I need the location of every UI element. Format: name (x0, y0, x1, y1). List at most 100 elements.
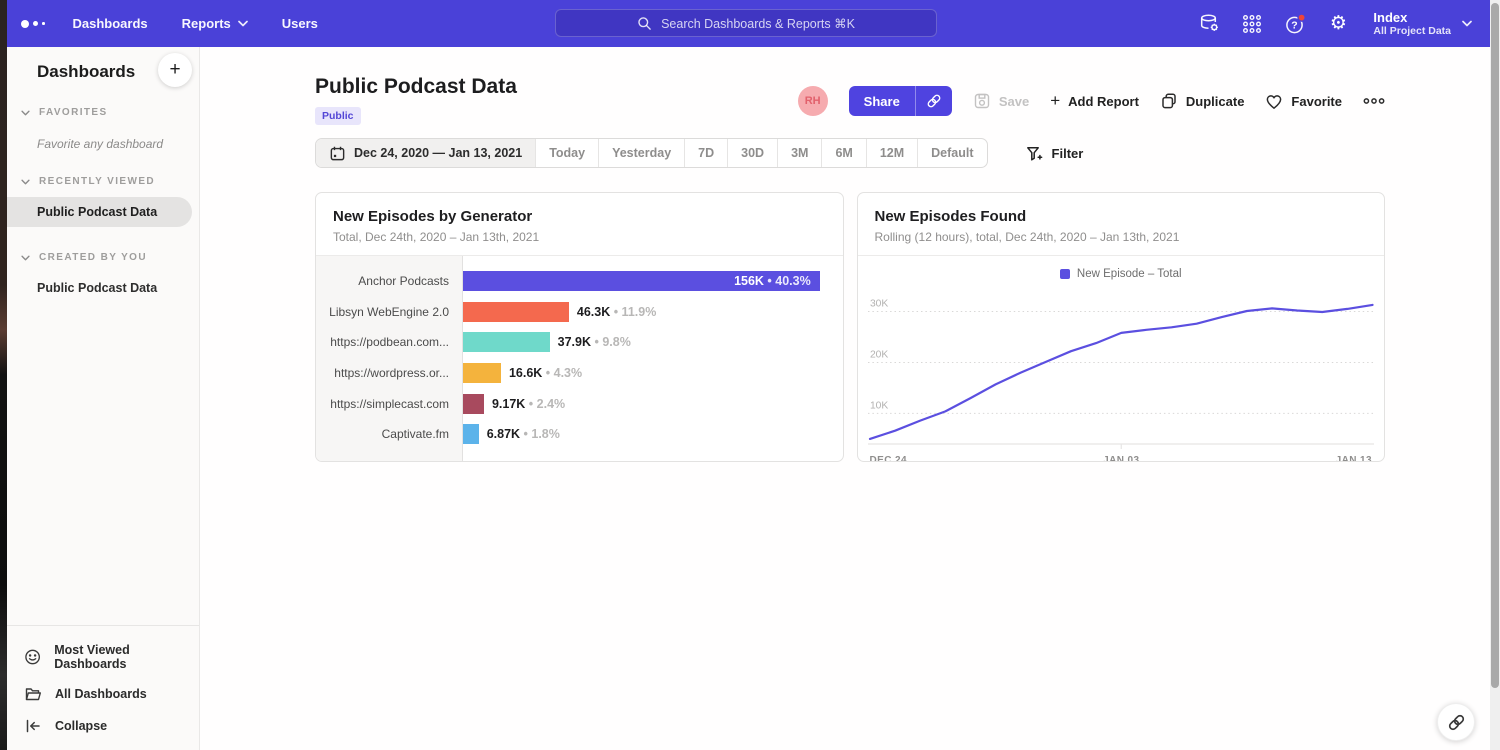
smiley-icon (24, 648, 41, 666)
add-report-button[interactable]: + Add Report (1050, 94, 1139, 109)
svg-text:30K: 30K (869, 298, 887, 309)
chevron-down-icon (21, 179, 30, 185)
sidebar-item-public-podcast-data[interactable]: Public Podcast Data (7, 197, 192, 227)
brand-logo-icon[interactable] (21, 20, 45, 28)
date-preset-yesterday[interactable]: Yesterday (598, 139, 684, 167)
page-scrollbar[interactable] (1490, 0, 1500, 750)
data-management-button[interactable] (1197, 12, 1221, 36)
bar-segment[interactable]: 156K • 40.3% (463, 271, 820, 291)
footer-item-label: All Dashboards (55, 687, 147, 701)
date-preset-3m[interactable]: 3M (777, 139, 821, 167)
bar-category-label: https://wordpress.or... (316, 358, 462, 389)
nav-item-label: Dashboards (73, 16, 148, 31)
favorite-button[interactable]: Favorite (1265, 93, 1342, 110)
sidebar-section-created-by-you[interactable]: CREATED BY YOU (7, 252, 199, 263)
svg-text:?: ? (1292, 19, 1298, 31)
date-preset-12m[interactable]: 12M (866, 139, 917, 167)
bar-segment[interactable] (463, 302, 569, 322)
header-actions: RH Share Save + Add Report Duplicate (798, 86, 1385, 116)
duplicate-icon (1160, 92, 1178, 110)
date-preset-30d[interactable]: 30D (727, 139, 777, 167)
copy-link-button[interactable] (916, 86, 952, 116)
duplicate-label: Duplicate (1186, 94, 1245, 109)
date-preset-today[interactable]: Today (535, 139, 598, 167)
date-preset-default[interactable]: Default (917, 139, 986, 167)
nav-item-users[interactable]: Users (282, 16, 318, 31)
bar-chart-labels: Anchor PodcastsLibsyn WebEngine 2.0https… (316, 256, 463, 462)
bar-value-label: 156K • 40.3% (734, 274, 811, 288)
share-button[interactable]: Share (849, 86, 952, 116)
line-chart: New Episode – Total 10K20K30K DEC 24 JAN… (858, 256, 1385, 462)
card-new-episodes-by-generator: New Episodes by Generator Total, Dec 24t… (315, 192, 844, 462)
add-report-label: Add Report (1068, 94, 1139, 109)
section-label: CREATED BY YOU (39, 252, 147, 263)
nav-item-label: Users (282, 16, 318, 31)
filter-funnel-icon (1025, 145, 1043, 162)
date-preset-7d[interactable]: 7D (684, 139, 727, 167)
bar-row: 46.3K • 11.9% (463, 297, 843, 328)
section-label: RECENTLY VIEWED (39, 176, 155, 187)
scrollbar-thumb[interactable] (1491, 3, 1499, 688)
more-options-button[interactable] (1363, 96, 1385, 106)
project-subtitle: All Project Data (1373, 25, 1451, 38)
sidebar-item-label: Public Podcast Data (37, 281, 157, 295)
bar-value-label: 37.9K • 9.8% (558, 335, 631, 349)
bar-category-label: Anchor Podcasts (316, 266, 462, 297)
floating-copy-link-button[interactable] (1437, 703, 1475, 741)
sidebar: Dashboards + FAVORITES Favorite any dash… (7, 47, 200, 750)
bar-segment[interactable] (463, 424, 479, 444)
favorite-label: Favorite (1291, 94, 1342, 109)
apps-menu-button[interactable] (1240, 12, 1264, 36)
search-input[interactable]: Search Dashboards & Reports ⌘K (555, 9, 937, 37)
nav-item-label: Reports (182, 16, 231, 31)
bar-value-label: 9.17K • 2.4% (492, 397, 565, 411)
save-button[interactable]: Save (973, 92, 1029, 110)
most-viewed-dashboards-button[interactable]: Most Viewed Dashboards (7, 636, 199, 678)
x-tick: DEC 24 (870, 455, 907, 462)
bar-segment[interactable] (463, 394, 484, 414)
plus-icon: + (1050, 94, 1060, 108)
heart-icon (1265, 93, 1283, 110)
sidebar-item-public-podcast-data-created[interactable]: Public Podcast Data (7, 273, 199, 303)
section-label: FAVORITES (39, 107, 108, 118)
bar-value-label: 16.6K • 4.3% (509, 366, 582, 380)
all-dashboards-button[interactable]: All Dashboards (7, 678, 199, 710)
sidebar-section-favorites[interactable]: FAVORITES (7, 107, 199, 118)
bar-chart: Anchor PodcastsLibsyn WebEngine 2.0https… (316, 256, 843, 462)
bar-segment[interactable] (463, 332, 550, 352)
help-button[interactable]: ? (1283, 12, 1307, 36)
link-chain-icon (926, 93, 942, 109)
plus-icon: + (169, 59, 180, 81)
date-preset-6m[interactable]: 6M (821, 139, 865, 167)
bar-value-label: 46.3K • 11.9% (577, 305, 656, 319)
x-tick: JAN 03 (1103, 455, 1139, 462)
search-placeholder: Search Dashboards & Reports ⌘K (661, 16, 855, 31)
x-axis-labels: DEC 24 JAN 03 JAN 13 (868, 452, 1375, 462)
sidebar-section-recently-viewed[interactable]: RECENTLY VIEWED (7, 176, 199, 187)
filter-button[interactable]: Filter (1025, 145, 1084, 162)
date-range-picker[interactable]: Dec 24, 2020 — Jan 13, 2021 (316, 139, 535, 167)
duplicate-button[interactable]: Duplicate (1160, 92, 1245, 110)
nav-item-reports[interactable]: Reports (182, 16, 248, 31)
avatar[interactable]: RH (798, 86, 828, 116)
project-selector[interactable]: Index All Project Data (1373, 10, 1472, 38)
link-chain-icon (1447, 713, 1466, 732)
collapse-sidebar-button[interactable]: Collapse (7, 710, 199, 742)
chevron-down-icon (1462, 20, 1472, 27)
legend-label: New Episode – Total (1077, 268, 1182, 280)
nav-item-dashboards[interactable]: Dashboards (73, 16, 148, 31)
card-new-episodes-found: New Episodes Found Rolling (12 hours), t… (857, 192, 1386, 462)
share-label[interactable]: Share (849, 86, 916, 116)
chevron-down-icon (238, 20, 248, 27)
filter-label: Filter (1052, 146, 1084, 161)
favorites-empty-hint: Favorite any dashboard (7, 137, 199, 151)
calendar-icon (329, 145, 346, 162)
public-badge: Public (315, 107, 361, 125)
settings-button[interactable]: ⚙ (1326, 12, 1350, 36)
chart-legend[interactable]: New Episode – Total (868, 262, 1375, 286)
add-dashboard-button[interactable]: + (158, 53, 192, 87)
bar-row: 37.9K • 9.8% (463, 327, 843, 358)
bar-row: 156K • 40.3% (463, 266, 843, 297)
bar-segment[interactable] (463, 363, 501, 383)
line-chart-plot[interactable]: 10K20K30K (868, 286, 1375, 452)
